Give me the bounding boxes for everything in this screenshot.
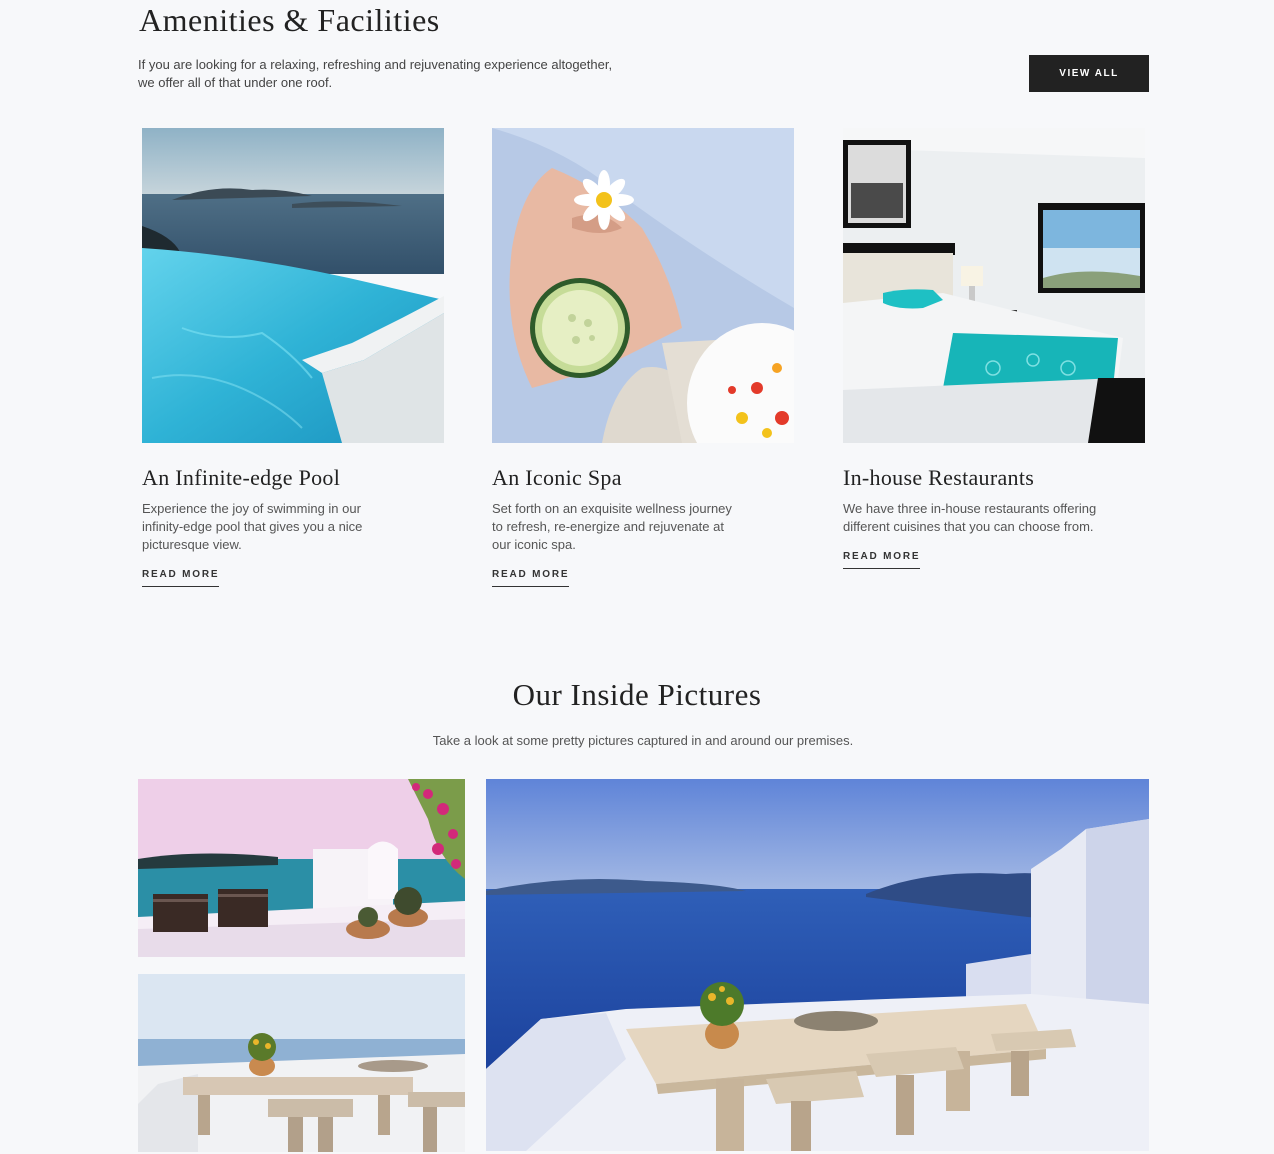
intro-line-2: we offer all of that under one roof. xyxy=(138,75,333,90)
amenities-intro: If you are looking for a relaxing, refre… xyxy=(138,56,658,92)
section-title-amenities: Amenities & Facilities xyxy=(139,2,440,38)
amenity-card-restaurants: In-house Restaurants We have three in-ho… xyxy=(843,128,1145,569)
gallery-image-terrace-chairs[interactable] xyxy=(138,779,465,957)
amenity-card-pool: An Infinite-edge Pool Experience the joy… xyxy=(142,128,444,587)
card-title: An Iconic Spa xyxy=(492,465,622,490)
card-title: In-house Restaurants xyxy=(843,465,1035,490)
card-title: An Infinite-edge Pool xyxy=(142,465,341,490)
card-description: Experience the joy of swimming in our in… xyxy=(142,501,363,552)
intro-line-1: If you are looking for a relaxing, refre… xyxy=(138,57,613,72)
view-all-button[interactable]: VIEW ALL xyxy=(1029,55,1149,92)
read-more-link[interactable]: READ MORE xyxy=(492,569,570,587)
gallery-image-terrace-table[interactable] xyxy=(138,974,465,1152)
gallery-image-terrace-sea-view[interactable] xyxy=(486,779,1149,1151)
read-more-link[interactable]: READ MORE xyxy=(142,569,220,587)
gallery-subtitle: Take a look at some pretty pictures capt… xyxy=(432,733,854,748)
read-more-link[interactable]: READ MORE xyxy=(843,551,921,569)
card-description: Set forth on an exquisite wellness journ… xyxy=(492,501,732,552)
bedroom-image xyxy=(843,128,1145,443)
section-title-gallery: Our Inside Pictures xyxy=(512,677,762,712)
pool-image xyxy=(142,128,444,443)
spa-image xyxy=(492,128,794,443)
card-description: We have three in-house restaurants offer… xyxy=(843,501,1097,534)
amenity-card-spa: An Iconic Spa Set forth on an exquisite … xyxy=(492,128,794,587)
